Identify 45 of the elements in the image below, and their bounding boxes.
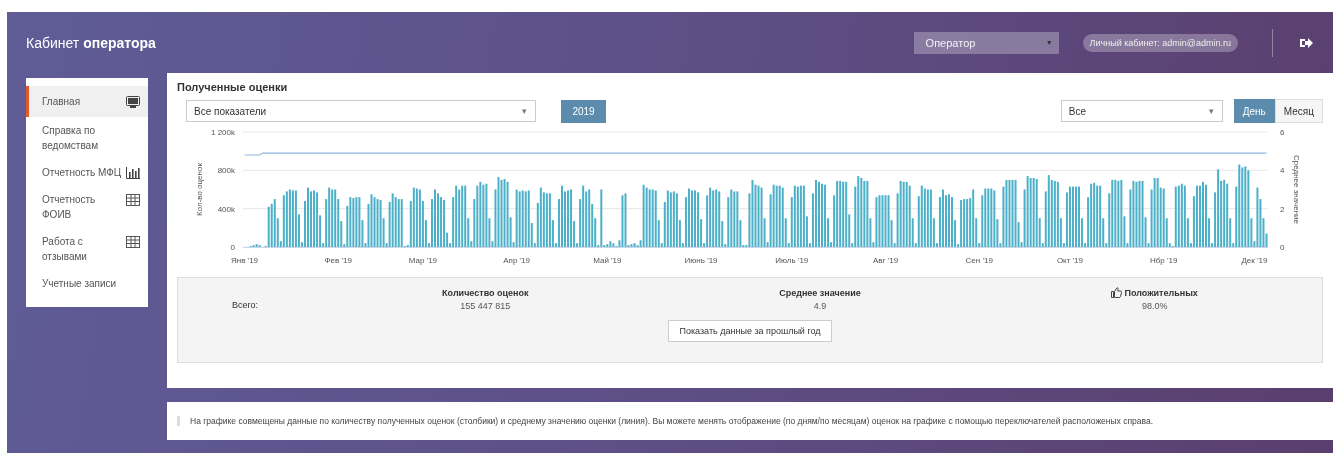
axis-tick-label: 0 <box>1280 243 1285 252</box>
axis-tick-label: 0 <box>230 243 235 252</box>
axis-tick-label: Дек '19 <box>1241 256 1268 265</box>
axis-tick-label: Фев '19 <box>324 256 352 265</box>
axis-tick-label: Нбр '19 <box>1149 256 1178 265</box>
axis-tick-label: 1 200k <box>210 128 235 137</box>
axis-tick-label: Июль '19 <box>775 256 809 265</box>
summary-heading: Среднее значение <box>779 288 861 298</box>
sidebar-item[interactable]: Отчетность ФОИВ <box>26 186 148 228</box>
summary-heading: Положительных <box>1124 287 1198 298</box>
summary-value: 155 447 815 <box>459 301 512 311</box>
axis-tick-label: 800k <box>217 166 235 176</box>
axis-tick-label: Авг '19 <box>872 256 899 265</box>
period-tab[interactable]: День <box>1233 99 1275 123</box>
summary-value: 4.9 <box>812 301 828 311</box>
app-title: Кабинет оператора <box>26 34 156 51</box>
axis-tick-label: 400k <box>217 204 235 214</box>
filter-select[interactable]: Все ▾ <box>1060 100 1223 122</box>
axis-tick-label: Июнь '19 <box>684 256 718 265</box>
axis-tick-label: 2 <box>1280 204 1285 214</box>
sidebar-item[interactable]: Работа с отзывами <box>26 228 148 270</box>
account-link[interactable]: Личный кабинет: admin@admin.ru <box>1082 33 1238 52</box>
axis-tick-label: 6 <box>1280 128 1285 137</box>
period-tab[interactable]: Месяц <box>1274 99 1323 123</box>
chart-note: На графике совмещены данные по количеству полученных оценок (столбики) и среднему значению оценки (линия). Вы можете менять отображение (по дням/по месяцам) оценок на графике с помощью переключателей расположеных справа. <box>177 416 1154 426</box>
axis-title: Кол-во оценок <box>195 163 204 216</box>
total-label: Всего: <box>231 300 260 311</box>
sidebar-item[interactable]: Справка по ведомствам <box>26 117 148 159</box>
sidebar-item[interactable]: Отчетность МФЦ <box>26 159 148 186</box>
axis-tick-label: Апр '19 <box>503 256 530 265</box>
sidebar-item[interactable]: Главная <box>26 86 148 117</box>
indicator-select[interactable]: Все показатели ▾ <box>186 100 536 122</box>
axis-title: Среднее значение <box>1292 155 1301 224</box>
axis-tick-label: Май '19 <box>593 256 622 265</box>
axis-tick-label: Янв '19 <box>230 256 259 265</box>
previous-year-button[interactable]: Показать данные за прошлый год <box>668 320 832 342</box>
axis-tick-label: Мар '19 <box>408 256 438 265</box>
axis-tick-label: Окт '19 <box>1056 256 1083 265</box>
sidebar-item[interactable]: Учетные записи <box>26 270 148 297</box>
summary-heading: Количество оценок <box>442 288 529 298</box>
summary-value: 98.0% <box>1140 301 1169 311</box>
axis-tick-label: 4 <box>1280 166 1285 176</box>
section-title: Полученные оценки <box>177 81 289 93</box>
year-button[interactable]: 2019 <box>561 99 606 123</box>
axis-tick-label: Сен '19 <box>965 256 993 265</box>
